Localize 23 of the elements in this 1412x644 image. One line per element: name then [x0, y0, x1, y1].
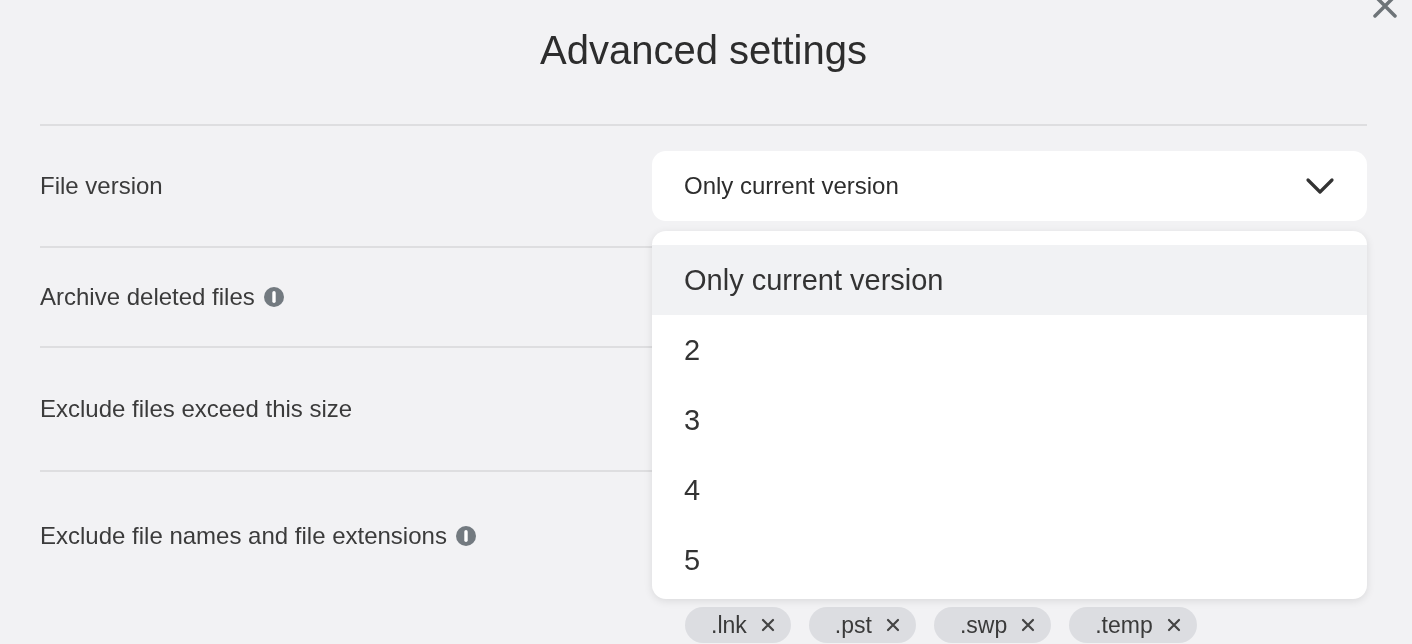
setting-label: Exclude files exceed this size: [40, 395, 353, 423]
dialog-title: Advanced settings: [40, 0, 1367, 126]
tag-label: .temp: [1095, 611, 1153, 639]
remove-icon[interactable]: [885, 618, 900, 632]
remove-icon[interactable]: [1021, 618, 1036, 632]
dropdown-option[interactable]: 2: [652, 315, 1367, 385]
tag-label: .pst: [834, 611, 872, 639]
setting-label: Archive deleted files: [40, 283, 255, 311]
setting-label: File version: [40, 172, 163, 200]
info-icon[interactable]: [262, 286, 285, 308]
dropdown-option[interactable]: 3: [652, 385, 1367, 455]
tag-label: .swp: [959, 611, 1008, 639]
remove-icon[interactable]: [760, 618, 775, 632]
file-version-select[interactable]: Only current version: [652, 151, 1367, 221]
setting-label: Exclude file names and file extensions: [40, 522, 447, 550]
dropdown-option[interactable]: Only current version: [652, 245, 1367, 315]
remove-icon[interactable]: [1166, 618, 1181, 632]
close-icon[interactable]: [1372, 0, 1398, 19]
dropdown-option[interactable]: 5: [652, 525, 1367, 595]
chevron-down-icon: [1305, 177, 1335, 195]
tag-label: .lnk: [711, 611, 747, 639]
info-icon[interactable]: [454, 525, 477, 547]
dropdown-option[interactable]: 4: [652, 455, 1367, 525]
